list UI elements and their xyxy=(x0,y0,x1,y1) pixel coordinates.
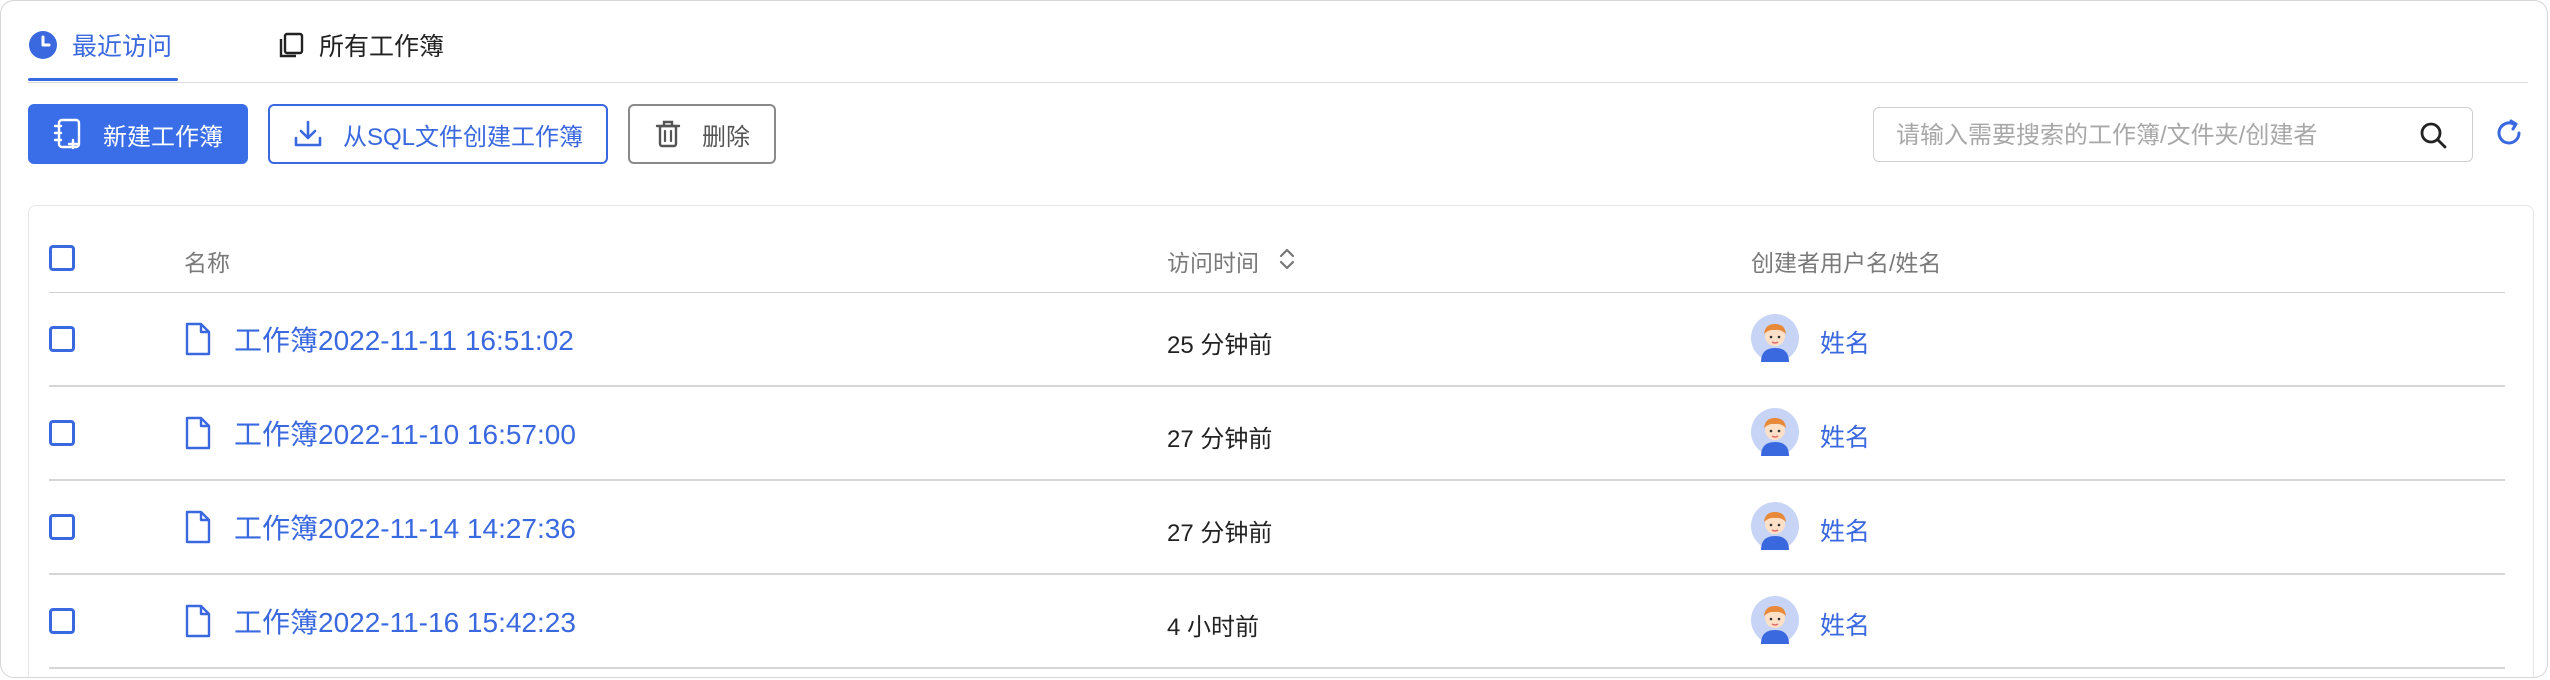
workbooks-icon xyxy=(279,32,304,58)
row-checkbox[interactable] xyxy=(49,608,75,634)
select-all-checkbox[interactable] xyxy=(49,245,75,271)
tab-all-workbooks[interactable]: 所有工作簿 xyxy=(279,23,444,67)
workbook-name: 工作簿2022-11-11 16:51:02 xyxy=(234,325,574,356)
new-workbook-label: 新建工作簿 xyxy=(103,123,223,151)
creator-name[interactable]: 姓名 xyxy=(1820,324,1870,360)
creator-name[interactable]: 姓名 xyxy=(1820,418,1870,454)
row-checkbox[interactable] xyxy=(49,326,75,352)
header-name: 名称 xyxy=(184,250,230,276)
header-creator: 创建者用户名/姓名 xyxy=(1751,250,1942,276)
delete-button[interactable]: 删除 xyxy=(628,104,776,164)
workbook-link[interactable]: 工作簿2022-11-10 16:57:00 xyxy=(184,413,576,453)
clock-icon xyxy=(29,31,57,59)
visit-time: 25 分钟前 xyxy=(1167,332,1273,359)
table-header-row xyxy=(49,203,2505,293)
row-checkbox[interactable] xyxy=(49,420,75,446)
visit-time: 27 分钟前 xyxy=(1167,426,1273,453)
tab-all-workbooks-label: 所有工作簿 xyxy=(319,33,445,61)
sort-icon[interactable] xyxy=(1278,246,1296,272)
file-icon xyxy=(185,604,211,638)
tabs-divider xyxy=(28,82,2528,83)
avatar-icon xyxy=(1751,502,1799,550)
search-box xyxy=(1873,107,2473,163)
download-icon xyxy=(294,120,322,147)
create-from-sql-button[interactable]: 从SQL文件创建工作簿 xyxy=(268,104,608,164)
file-icon xyxy=(185,510,211,544)
creator-name[interactable]: 姓名 xyxy=(1820,512,1870,548)
visit-time: 27 分钟前 xyxy=(1167,520,1273,547)
active-tab-indicator xyxy=(28,78,178,81)
workbook-link[interactable]: 工作簿2022-11-11 16:51:02 xyxy=(184,319,574,359)
avatar-icon xyxy=(1751,314,1799,362)
visit-time: 4 小时前 xyxy=(1167,614,1260,641)
new-workbook-button[interactable]: 新建工作簿 xyxy=(28,104,248,164)
trash-icon xyxy=(655,120,681,148)
tab-recent-label: 最近访问 xyxy=(72,33,173,61)
workbook-name: 工作簿2022-11-10 16:57:00 xyxy=(234,419,576,450)
delete-label: 删除 xyxy=(702,123,750,151)
window-frame: 最近访问 所有工作簿 新建工作簿 从SQL文件创建工作簿 删除 请输入需要搜索的… xyxy=(0,0,2548,678)
file-icon xyxy=(185,416,211,450)
row-divider xyxy=(49,667,2505,669)
new-notebook-icon xyxy=(53,118,81,150)
file-icon xyxy=(185,322,211,356)
search-input[interactable] xyxy=(1894,108,2398,163)
creator-name[interactable]: 姓名 xyxy=(1820,606,1870,642)
workbook-link[interactable]: 工作簿2022-11-16 15:42:23 xyxy=(184,601,576,641)
refresh-icon[interactable] xyxy=(2494,118,2524,148)
search-icon[interactable] xyxy=(2418,120,2448,150)
workbook-link[interactable]: 工作簿2022-11-14 14:27:36 xyxy=(184,507,576,547)
header-visit-time[interactable]: 访问时间 xyxy=(1167,244,1259,278)
avatar-icon xyxy=(1751,596,1799,644)
row-checkbox[interactable] xyxy=(49,514,75,540)
workbook-name: 工作簿2022-11-16 15:42:23 xyxy=(234,607,576,638)
tab-bar: 最近访问 所有工作簿 xyxy=(1,1,2547,83)
workbook-name: 工作簿2022-11-14 14:27:36 xyxy=(234,513,576,544)
avatar-icon xyxy=(1751,408,1799,456)
create-from-sql-label: 从SQL文件创建工作簿 xyxy=(342,123,584,151)
tab-recent[interactable]: 最近访问 xyxy=(28,23,172,67)
